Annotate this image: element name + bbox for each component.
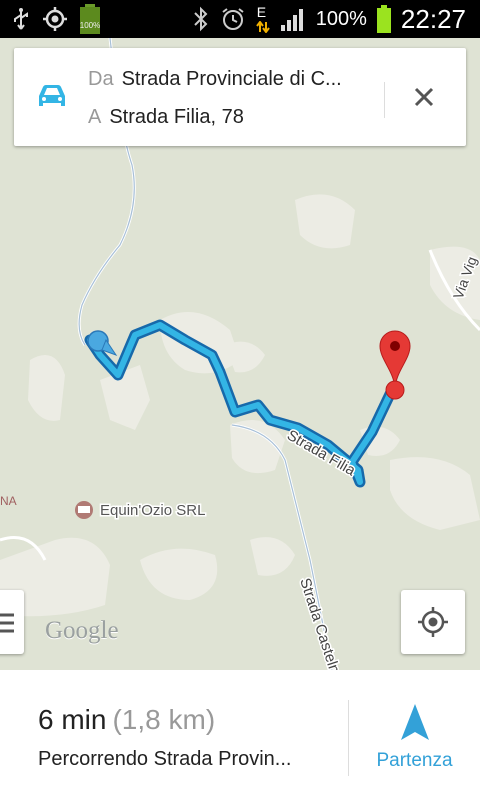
trip-via: Percorrendo Strada Provin... [38, 748, 292, 770]
destination-pin [379, 330, 411, 400]
route-card[interactable]: Da Strada Provinciale di C... A Strada Fil… [14, 48, 466, 146]
route-summary[interactable]: 6 min (1,8 km) Percorrendo Strada Provin.… [0, 670, 480, 800]
poi-lodging-icon [75, 501, 93, 519]
trip-distance: (1,8 km) [112, 704, 216, 735]
navigation-arrow-icon [401, 704, 429, 740]
battery-percent: 100% [315, 7, 367, 30]
trip-duration-line: 6 min (1,8 km) [38, 704, 215, 736]
street-label-castelnuovo: Strada Castelnuovo [296, 576, 353, 670]
alarm-icon [222, 8, 244, 30]
close-icon[interactable] [410, 83, 438, 111]
gps-icon [43, 7, 67, 31]
street-label-filia: Strada Filia [284, 427, 359, 480]
usb-icon [14, 8, 28, 30]
my-location-icon [418, 607, 448, 637]
layers-menu-button[interactable] [0, 590, 24, 654]
start-label: Partenza [376, 750, 453, 771]
from-value[interactable]: Strada Provinciale di C... [122, 68, 342, 90]
clock: 22:27 [400, 3, 466, 34]
to-value[interactable]: Strada Filia, 78 [109, 106, 244, 128]
battery-small-label: 100% [79, 21, 101, 30]
menu-icon [0, 613, 14, 633]
start-navigation-button[interactable]: Partenza [349, 698, 480, 778]
route-to[interactable]: A Strada Filia, 78 [88, 106, 244, 129]
network-indicator: E [255, 4, 270, 34]
car-icon[interactable] [36, 82, 68, 110]
status-bar: 100% E 100% 22:27 [0, 0, 480, 38]
data-arrows-icon [255, 21, 270, 33]
trip-duration: 6 min [38, 704, 107, 735]
bluetooth-icon [194, 6, 208, 32]
route-card-divider [384, 82, 385, 118]
partial-label: NA [0, 494, 17, 508]
from-label: Da [88, 68, 114, 90]
battery-small-icon: 100% [78, 4, 102, 34]
poi-label: Equin'Ozio SRL [100, 502, 205, 519]
to-label: A [88, 106, 102, 128]
signal-icon [280, 9, 303, 31]
battery-icon [376, 5, 391, 33]
google-watermark: Google [45, 617, 119, 644]
route-from[interactable]: Da Strada Provinciale di C... [88, 68, 342, 91]
my-location-button[interactable] [401, 590, 465, 654]
